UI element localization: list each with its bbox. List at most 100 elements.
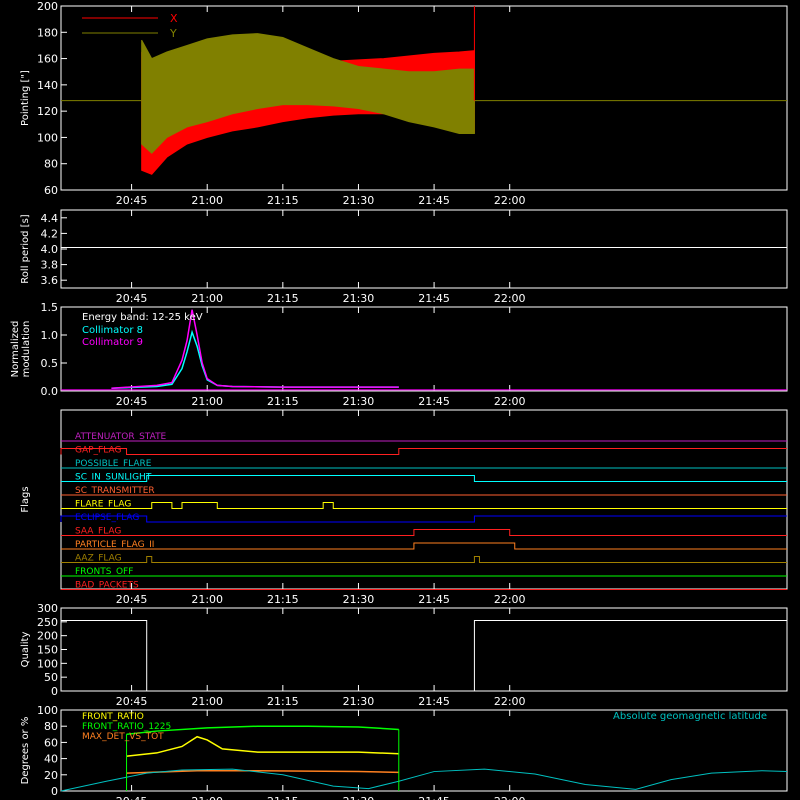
rhessi-quicklook-figure: 20:45 21:00 21:15 21:30 21:45 22:00 60 80 100 120… <box>10 0 788 800</box>
y-tick-label: 250 <box>37 616 58 629</box>
flag-trace <box>60 515 787 523</box>
y-tick-label: 0 <box>51 685 58 698</box>
x-tick-label: 21:15 <box>267 695 299 708</box>
legend-label-y: Y <box>169 27 177 40</box>
panel-3-y-axis: 0.0 0.5 1.0 1.5 <box>41 301 67 398</box>
flag-label: GAP_FLAG <box>75 446 121 456</box>
panel-2-x-axis: 20:45 21:00 21:15 21:30 21:45 22:00 <box>116 210 526 305</box>
y-tick-label: 1.0 <box>41 329 59 342</box>
legend-label-max-det-vs-tot: MAX_DET_VS_TOT <box>82 732 164 742</box>
x-tick-label: 21:30 <box>343 795 375 800</box>
y-axis-label: Quality <box>20 632 31 668</box>
x-tick-label: 22:00 <box>494 194 526 207</box>
y-tick-label: 140 <box>37 79 58 92</box>
y-tick-label: 100 <box>37 131 58 144</box>
legend-label-collimator-9: Collimator 9 <box>82 337 143 348</box>
panel-5-y-axis: 050100150200250300 <box>37 602 67 698</box>
x-tick-label: 21:45 <box>418 292 450 305</box>
x-tick-label: 21:00 <box>191 194 223 207</box>
panel-1-y-axis: 60 80 100 120 140 160 180 200 <box>37 0 67 197</box>
y-axis-label: modulation <box>21 321 32 378</box>
x-tick-label: 21:30 <box>343 292 375 305</box>
x-tick-label: 20:45 <box>116 593 148 606</box>
y-tick-label: 3.6 <box>41 274 59 287</box>
x-tick-label: 21:15 <box>267 194 299 207</box>
quality-line <box>61 619 787 692</box>
x-tick-label: 21:00 <box>191 695 223 708</box>
x-tick-label: 21:00 <box>191 593 223 606</box>
x-tick-label: 21:00 <box>191 795 223 800</box>
x-tick-label: 20:45 <box>116 194 148 207</box>
x-tick-label: 21:45 <box>418 593 450 606</box>
x-tick-label: 22:00 <box>494 695 526 708</box>
y-tick-label: 4.0 <box>41 243 59 256</box>
y-tick-label: 100 <box>37 657 58 670</box>
y-tick-label: 180 <box>37 26 58 39</box>
x-tick-label: 21:30 <box>343 395 375 408</box>
y-tick-label: 0 <box>51 785 58 798</box>
x-tick-label: 20:45 <box>116 695 148 708</box>
pointing-legend: XY <box>82 12 178 40</box>
y-tick-label: 150 <box>37 644 58 657</box>
flag-trace <box>61 542 787 550</box>
x-tick-label: 21:45 <box>418 695 450 708</box>
panel-2-frame <box>60 209 788 289</box>
x-tick-label: 21:45 <box>418 395 450 408</box>
y-tick-label: 0.0 <box>41 385 59 398</box>
x-tick-label: 22:00 <box>494 395 526 408</box>
y-tick-label: 0.5 <box>41 357 59 370</box>
flag-row-eclipse-flag: ECLIPSE_FLAG <box>75 513 139 523</box>
y-tick-label: 3.8 <box>41 259 59 272</box>
panel-2-y-axis: 3.6 3.8 4.0 4.2 4.4 <box>41 212 67 287</box>
flag-trace <box>61 475 787 482</box>
y-tick-label: 200 <box>37 0 58 13</box>
flag-row-gap-flag: GAP_FLAG <box>75 446 121 456</box>
legend-label-collimator-8: Collimator 8 <box>82 325 143 336</box>
flag-trace <box>61 529 787 536</box>
geomagnetic-latitude-annotation: Absolute geomagnetic latitude <box>613 711 767 722</box>
y-tick-label: 20 <box>44 769 58 782</box>
x-tick-label: 22:00 <box>494 292 526 305</box>
x-tick-label: 21:30 <box>343 695 375 708</box>
x-tick-label: 22:00 <box>494 795 526 800</box>
x-tick-label: 21:15 <box>267 795 299 800</box>
y-axis-label: Degrees or % <box>20 717 31 785</box>
x-tick-label: 20:45 <box>116 795 148 800</box>
y-tick-label: 1.5 <box>41 301 59 314</box>
y-tick-label: 160 <box>37 53 58 66</box>
flag-trace <box>60 448 787 455</box>
legend-label-front-ratio-1225: FRONT_RATIO_1225 <box>82 722 171 732</box>
y-axis-label: Roll period [s] <box>20 214 31 283</box>
x-tick-label: 22:00 <box>494 593 526 606</box>
panel-6-x-axis: 20:45 21:00 21:15 21:30 21:45 22:00 <box>116 710 526 800</box>
panel-5-x-axis: 20:45 21:00 21:15 21:30 21:45 22:00 <box>116 608 526 708</box>
x-tick-label: 21:30 <box>343 194 375 207</box>
ratio-series-front-ratio <box>126 735 399 757</box>
y-tick-label: 120 <box>37 105 58 118</box>
y-tick-label: 200 <box>37 630 58 643</box>
y-tick-label: 4.2 <box>41 227 59 240</box>
y-tick-label: 80 <box>44 720 58 733</box>
flag-trace <box>61 556 787 563</box>
modulation-series-collimator-8 <box>111 329 399 389</box>
y-axis-label: Pointing ["] <box>20 70 31 126</box>
x-tick-label: 21:30 <box>343 593 375 606</box>
y-axis-label: Flags <box>20 486 31 512</box>
y-tick-label: 50 <box>44 671 58 684</box>
x-tick-label: 21:15 <box>267 395 299 408</box>
legend-label-front-ratio: FRONT_RATIO <box>82 712 144 722</box>
flag-label: ECLIPSE_FLAG <box>75 513 139 523</box>
y-tick-label: 80 <box>44 158 58 171</box>
flag-trace <box>61 502 787 509</box>
legend-label-x: X <box>170 12 178 25</box>
panel-6-y-axis: 0 20 40 60 80 100 <box>37 704 67 798</box>
x-tick-label: 21:15 <box>267 292 299 305</box>
x-tick-label: 21:45 <box>418 795 450 800</box>
y-axis-label: Normalized <box>10 321 21 378</box>
x-tick-label: 21:00 <box>191 395 223 408</box>
energy-band-annotation: Energy band: 12-25 keV <box>82 312 203 323</box>
x-tick-label: 20:45 <box>116 395 148 408</box>
y-tick-label: 4.4 <box>41 212 59 225</box>
x-tick-label: 21:45 <box>418 194 450 207</box>
y-tick-label: 100 <box>37 704 58 717</box>
